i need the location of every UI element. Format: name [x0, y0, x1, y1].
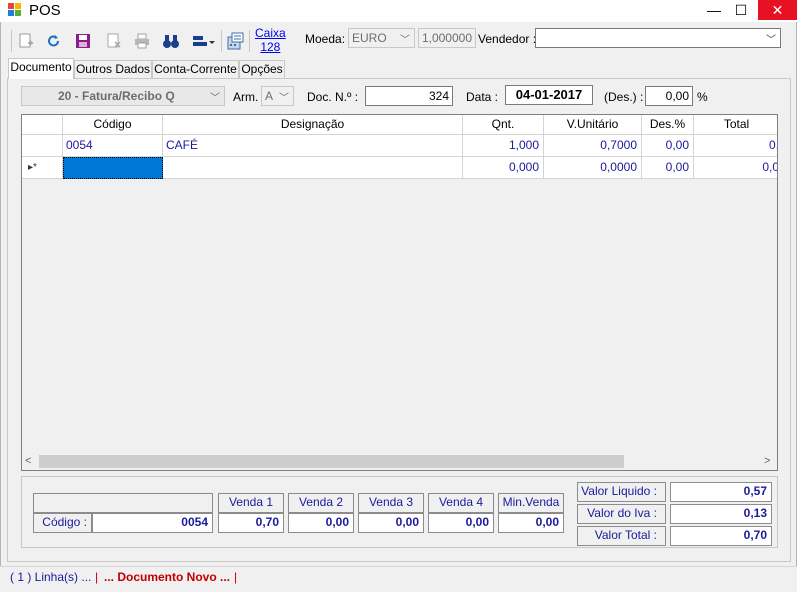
vendedor-label: Vendedor : — [478, 32, 537, 46]
valor-iva-label: Valor do Iva : — [577, 504, 666, 524]
venda2-header: Venda 2 — [288, 493, 354, 513]
refresh-icon[interactable] — [45, 32, 63, 50]
layout-dropdown-icon[interactable] — [191, 32, 217, 50]
date-field[interactable]: 04-01-2017 — [505, 85, 593, 105]
caixa-number: 128 — [260, 40, 281, 54]
tab-documento[interactable]: Documento — [8, 58, 74, 79]
row-header[interactable] — [22, 135, 63, 157]
discount-label: (Des.) : — [604, 90, 644, 104]
scroll-left-icon[interactable]: < — [25, 455, 31, 467]
min-venda-header: Min.Venda — [498, 493, 564, 513]
col-header-designacao[interactable]: Designação — [163, 115, 463, 135]
cell-vunit[interactable]: 0,7000 — [544, 135, 642, 157]
new-row-marker[interactable]: ▸* — [22, 157, 63, 179]
row-header-corner — [22, 115, 63, 135]
moeda-label: Moeda: — [305, 32, 346, 46]
venda4-value: 0,00 — [428, 513, 494, 533]
discount-field[interactable]: 0,00 — [645, 86, 693, 106]
venda2-value: 0,00 — [288, 513, 354, 533]
chevron-down-icon: ﹀ — [766, 35, 776, 46]
status-separator: | — [234, 570, 238, 584]
doc-number-field[interactable]: 324 — [365, 86, 453, 106]
new-document-icon[interactable] — [17, 32, 35, 50]
close-button[interactable]: ✕ — [758, 0, 797, 20]
calculator-icon[interactable] — [226, 32, 244, 50]
valor-liquido-value: 0,57 — [670, 482, 772, 502]
caixa-label: Caixa — [255, 26, 286, 40]
cell-vunit[interactable]: 0,0000 — [544, 157, 642, 179]
chevron-down-icon: ﹀ — [279, 93, 289, 104]
vendedor-select[interactable]: ﹀ — [535, 28, 781, 48]
min-venda-value: 0,00 — [498, 513, 564, 533]
tab-outros-dados[interactable]: Outros Dados — [74, 60, 152, 78]
moeda-value: EURO — [352, 31, 387, 45]
valor-total-label: Valor Total : — [577, 526, 666, 546]
venda1-value: 0,70 — [218, 513, 284, 533]
status-lines: ( 1 ) Linha(s) ... — [10, 570, 92, 584]
exchange-rate-field[interactable]: 1,000000 — [418, 28, 476, 48]
cell-qnt[interactable]: 1,000 — [463, 135, 544, 157]
caixa-link[interactable]: Caixa 128 — [255, 26, 286, 54]
venda3-value: 0,00 — [358, 513, 424, 533]
toolbar-separator — [221, 30, 222, 52]
cell-codigo[interactable]: 0054 — [63, 135, 163, 157]
cell-total[interactable]: 0, — [694, 135, 777, 157]
scrollbar-thumb[interactable] — [39, 455, 624, 468]
cell-des[interactable]: 0,00 — [642, 135, 694, 157]
venda1-header: Venda 1 — [218, 493, 284, 513]
maximize-button[interactable]: ☐ — [725, 0, 757, 20]
arm-select[interactable]: A ﹀ — [261, 86, 294, 106]
percent-label: % — [697, 90, 708, 104]
window-title: POS — [29, 2, 61, 19]
col-header-qnt[interactable]: Qnt. — [463, 115, 544, 135]
col-header-vunit[interactable]: V.Unitário — [544, 115, 642, 135]
delete-document-icon[interactable] — [105, 32, 123, 50]
document-type-value: 20 - Fatura/Recibo Q — [58, 89, 175, 103]
binoculars-search-icon[interactable] — [162, 32, 180, 50]
col-header-codigo[interactable]: Código — [63, 115, 163, 135]
app-icon — [8, 3, 22, 17]
moeda-select[interactable]: EURO ﹀ — [348, 28, 415, 48]
items-grid[interactable]: Código Designação Qnt. V.Unitário Des.% … — [21, 114, 778, 471]
arm-value: A — [265, 89, 274, 103]
cell-designacao[interactable] — [163, 157, 463, 179]
tab-conta-corrente[interactable]: Conta-Corrente — [152, 60, 239, 78]
scroll-right-icon[interactable]: > — [764, 455, 770, 467]
cell-des[interactable]: 0,00 — [642, 157, 694, 179]
cell-qnt[interactable]: 0,000 — [463, 157, 544, 179]
venda3-header: Venda 3 — [358, 493, 424, 513]
doc-number-label: Doc. N.º : — [307, 90, 359, 104]
cell-designacao[interactable]: CAFÉ — [163, 135, 463, 157]
document-type-select[interactable]: 20 - Fatura/Recibo Q ﹀ — [21, 86, 225, 106]
cell-codigo-selected[interactable] — [63, 157, 163, 179]
valor-iva-value: 0,13 — [670, 504, 772, 524]
codigo-summary-value: 0054 — [92, 513, 213, 533]
col-header-total[interactable]: Total — [694, 115, 777, 135]
status-document-state: ... Documento Novo ... — [104, 570, 231, 584]
valor-total-value: 0,70 — [670, 526, 772, 546]
chevron-down-icon: ﹀ — [400, 35, 410, 46]
venda4-header: Venda 4 — [428, 493, 494, 513]
status-separator: | — [95, 570, 99, 584]
title-bar: POS — ☐ ✕ — [0, 0, 797, 22]
toolbar-grip — [11, 30, 12, 52]
chevron-down-icon: ﹀ — [210, 93, 220, 104]
codigo-summary-label: Código : — [33, 513, 92, 533]
save-icon[interactable] — [74, 32, 92, 50]
date-label: Data : — [466, 90, 499, 104]
col-header-des[interactable]: Des.% — [642, 115, 694, 135]
print-icon[interactable] — [133, 32, 151, 50]
codigo-summary-header — [33, 493, 213, 513]
cell-total[interactable]: 0,0 — [694, 157, 777, 179]
valor-liquido-label: Valor Liquido : — [577, 482, 666, 502]
toolbar-separator — [249, 30, 250, 52]
tab-opcoes[interactable]: Opções — [239, 60, 285, 78]
